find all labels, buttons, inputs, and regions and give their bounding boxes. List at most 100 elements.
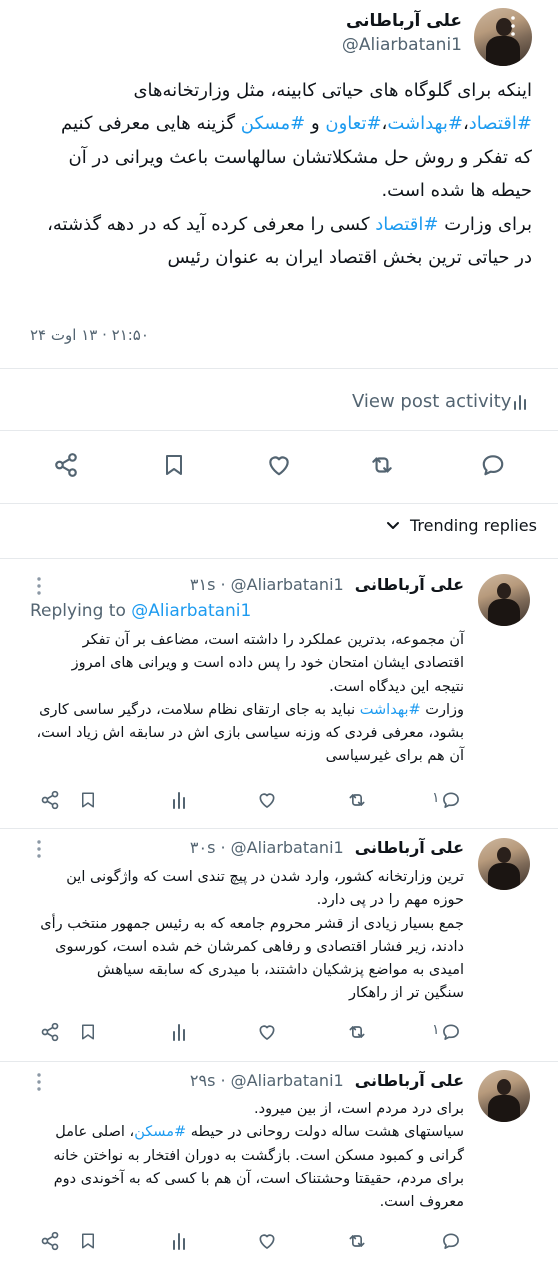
text-segment: سنگین تر از راهکار: [349, 985, 464, 1002]
share-icon[interactable]: [40, 1022, 60, 1042]
heart-icon[interactable]: [257, 1231, 277, 1251]
divider: [0, 430, 558, 431]
bar-chart-icon[interactable]: [171, 790, 187, 810]
hashtag-link[interactable]: #بهداشت: [360, 702, 421, 718]
reply-body: آن مجموعه، بدترین عملکرد را داشته است، م…: [24, 629, 464, 769]
reply-handle[interactable]: @Aliarbatani1: [231, 1071, 344, 1090]
text-segment: آن مجموعه، بدترین عملکرد را داشته است، م…: [82, 632, 464, 648]
reply-icon[interactable]: [441, 1022, 461, 1042]
divider: [0, 368, 558, 369]
reply-author-name[interactable]: علی آرباطانی: [355, 575, 464, 594]
text-line: اینکه برای گلوگاه های حیاتی کابینه، مثل …: [22, 74, 532, 107]
share-icon[interactable]: [40, 1231, 60, 1251]
reply-header: ۲۹s · @Aliarbatani1 علی آرباطانی: [189, 1071, 464, 1090]
replying-to-handle[interactable]: @Aliarbatani1: [131, 601, 251, 621]
trending-replies-dropdown[interactable]: Trending replies: [410, 516, 537, 535]
text-segment: حوزه مهم را در پی دارد.: [316, 892, 464, 909]
author-avatar[interactable]: [474, 8, 532, 66]
more-vertical-icon[interactable]: [36, 1072, 42, 1092]
text-segment: اقتصادی ایشان امتحان خود را پس داده است …: [71, 655, 464, 672]
text-segment: کسی را معرفی کرده آید که در دهه گذشته،: [47, 213, 376, 235]
heart-icon[interactable]: [257, 1022, 277, 1042]
replying-to: Replying to @Aliarbatani1: [30, 601, 251, 621]
bookmark-icon[interactable]: [79, 790, 97, 810]
text-line: وزارت #بهداشت نباید به جای ارتقای نظام س…: [24, 699, 464, 722]
text-line: حیطه ها شده است.: [22, 174, 532, 207]
reply-icon[interactable]: [441, 790, 461, 810]
bar-chart-icon[interactable]: [171, 1231, 187, 1251]
divider: [0, 503, 558, 504]
post-body: اینکه برای گلوگاه های حیاتی کابینه، مثل …: [22, 74, 532, 274]
hashtag-link[interactable]: #مسکن: [241, 113, 305, 134]
retweet-icon[interactable]: [347, 1231, 367, 1251]
text-line: آن مجموعه، بدترین عملکرد را داشته است، م…: [24, 629, 464, 652]
text-segment: برای وزارت: [438, 213, 532, 235]
hashtag-link[interactable]: #اقتصاد: [375, 214, 438, 235]
reply-header: ۳۰s · @Aliarbatani1 علی آرباطانی: [189, 838, 464, 857]
text-segment: برای درد مردم است، از بین میرود.: [254, 1101, 464, 1117]
reply-avatar[interactable]: [478, 1070, 530, 1122]
reply-author-name[interactable]: علی آرباطانی: [355, 1071, 464, 1090]
reply-avatar[interactable]: [478, 838, 530, 890]
divider: [0, 1061, 558, 1062]
text-line: ترین وزارتخانه کشور، وارد شدن در پیچ تند…: [24, 866, 464, 889]
more-vertical-icon[interactable]: [36, 576, 42, 596]
divider: [0, 828, 558, 829]
text-line: در حیاتی ترین بخش اقتصاد ایران به عنوان …: [22, 241, 532, 274]
text-line: جمع بسیار زیادی از قشر محروم جامعه که به…: [24, 913, 464, 936]
text-segment: آن هم برای غیرسیاسی: [325, 748, 464, 765]
author-handle[interactable]: @Aliarbatani1: [342, 35, 462, 55]
text-segment: امیدی به مواضع پزشکیان داشتند، با میدری …: [96, 962, 464, 979]
text-segment: برای مردم، حقیقتا وحشتناک است، آن هم با …: [53, 1170, 464, 1187]
retweet-icon[interactable]: [369, 452, 395, 478]
text-line: برای مردم، حقیقتا وحشتناک است، آن هم با …: [24, 1168, 464, 1191]
text-segment: نتیجه این دیدگاه است.: [329, 678, 464, 695]
post-timestamp: ۲۱:۵۰ · ۱۳ اوت ۲۴: [30, 326, 149, 344]
chevron-down-icon[interactable]: [386, 521, 400, 531]
text-line: گرانی و کمبود مسکن است. بازگشت به دوران …: [24, 1145, 464, 1168]
reply-avatar[interactable]: [478, 574, 530, 626]
text-segment: وزارت: [420, 701, 464, 718]
author-name[interactable]: علی آرباطانی: [346, 11, 462, 31]
heart-icon[interactable]: [257, 790, 277, 810]
text-segment: ترین وزارتخانه کشور، وارد شدن در پیچ تند…: [66, 869, 464, 885]
bookmark-icon[interactable]: [162, 452, 186, 478]
text-segment: که تفکر و روش حل مشکلاتشان سالهاست باعث …: [68, 146, 532, 168]
reply-icon[interactable]: [441, 1231, 461, 1251]
bar-chart-icon[interactable]: [171, 1022, 187, 1042]
reply-header: ۳۱s · @Aliarbatani1 علی آرباطانی: [189, 575, 464, 594]
text-segment: بشود، معرفی فردی که وزنه سیاسی بازی اش د…: [36, 725, 464, 742]
bookmark-icon[interactable]: [79, 1231, 97, 1251]
hashtag-link[interactable]: #بهداشت: [387, 113, 463, 134]
view-post-activity-link[interactable]: View post activity: [352, 391, 511, 412]
bar-chart-icon[interactable]: [512, 393, 528, 411]
reply-count: ۱: [432, 1022, 440, 1038]
hashtag-link[interactable]: #مسکن: [134, 1124, 186, 1140]
more-vertical-icon[interactable]: [510, 14, 516, 38]
retweet-icon[interactable]: [347, 790, 367, 810]
hashtag-link[interactable]: #اقتصاد: [469, 113, 532, 134]
text-segment: اینکه برای گلوگاه های حیاتی کابینه، مثل …: [133, 80, 532, 101]
reply-handle[interactable]: @Aliarbatani1: [231, 838, 344, 857]
share-icon[interactable]: [40, 790, 60, 810]
text-segment: ، اصلی عامل: [55, 1124, 135, 1141]
bookmark-icon[interactable]: [79, 1022, 97, 1042]
reply-count: ۱: [432, 790, 440, 806]
reply-handle[interactable]: @Aliarbatani1: [231, 575, 344, 594]
text-segment: معروف است.: [379, 1194, 464, 1211]
text-segment: نباید به جای ارتقای نظام سلامت، درگیر سا…: [39, 701, 360, 718]
text-line: برای وزارت #اقتصاد کسی را معرفی کرده آید…: [22, 208, 532, 241]
share-icon[interactable]: [53, 452, 79, 478]
reply-icon[interactable]: [480, 452, 506, 478]
reply-author-name[interactable]: علی آرباطانی: [355, 838, 464, 857]
hashtag-link[interactable]: #تعاون: [325, 113, 381, 134]
text-line: نتیجه این دیدگاه است.: [24, 676, 464, 699]
heart-icon[interactable]: [266, 452, 292, 478]
text-line: حوزه مهم را در پی دارد.: [24, 889, 464, 912]
more-vertical-icon[interactable]: [36, 839, 42, 859]
retweet-icon[interactable]: [347, 1022, 367, 1042]
text-line: سنگین تر از راهکار: [24, 982, 464, 1005]
text-segment: گرانی و کمبود مسکن است. بازگشت به دوران …: [53, 1147, 464, 1164]
reply-time: ۲۹s: [189, 1071, 216, 1090]
text-segment: در حیاتی ترین بخش اقتصاد ایران به عنوان …: [167, 247, 532, 269]
